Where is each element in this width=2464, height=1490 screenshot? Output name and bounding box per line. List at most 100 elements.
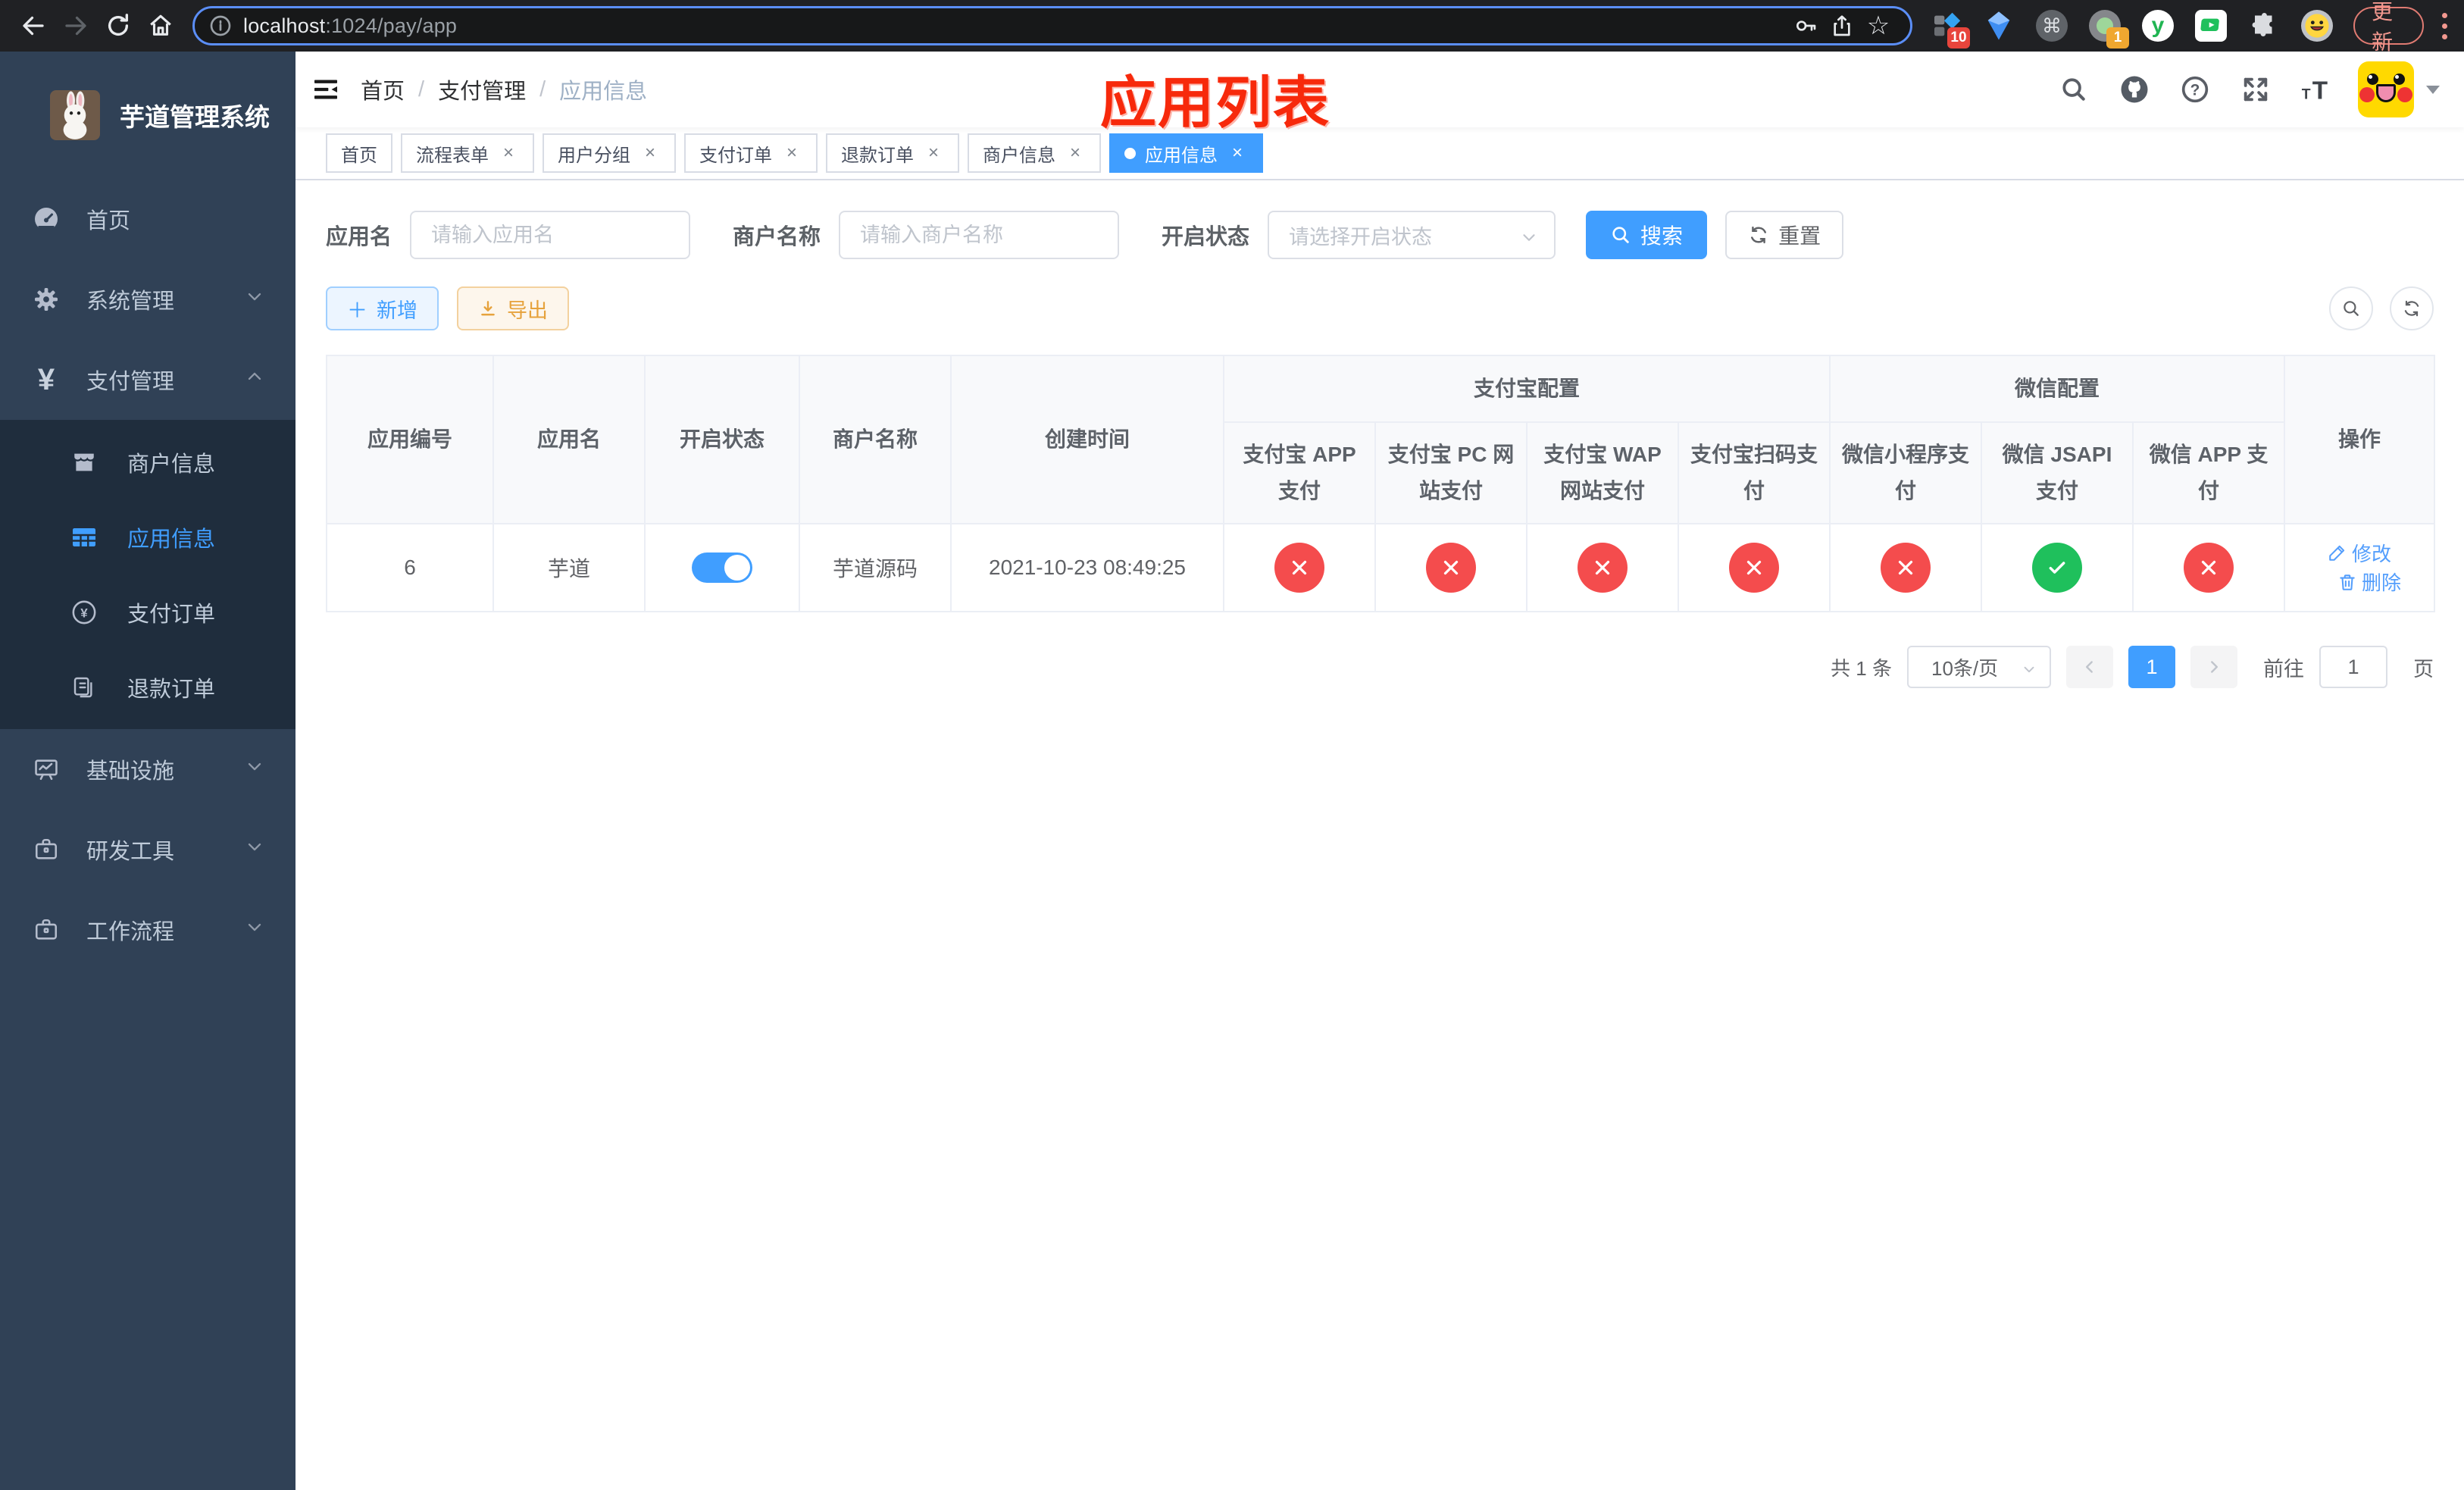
page-size-select[interactable]: 10条/页 <box>1907 646 2051 688</box>
password-key-icon[interactable] <box>1787 8 1824 44</box>
refresh-icon <box>2404 300 2419 317</box>
refresh-table-button[interactable] <box>2390 286 2434 330</box>
browser-reload-icon[interactable] <box>97 5 139 47</box>
col-alipay-wap: 支付宝 WAP 网站支付 <box>1526 421 1679 524</box>
bookmark-star-icon[interactable]: ☆ <box>1860 8 1896 44</box>
delete-link[interactable]: 删除 <box>2337 568 2401 596</box>
sidebar-item-merchant-info[interactable]: 商户信息 <box>0 424 295 499</box>
sidebar-item-system[interactable]: 系统管理 <box>0 259 295 340</box>
col-group-wechat: 微信配置 <box>1829 355 2286 423</box>
close-icon[interactable]: × <box>781 142 802 164</box>
reset-button[interactable]: 重置 <box>1725 211 1844 259</box>
extension-chat-icon[interactable] <box>2194 9 2228 42</box>
add-button[interactable]: ＋新增 <box>326 286 439 330</box>
browser-back-icon[interactable] <box>12 5 55 47</box>
sidebar-item-payment[interactable]: ¥ 支付管理 <box>0 340 295 420</box>
fullscreen-icon[interactable] <box>2237 70 2275 108</box>
export-button[interactable]: 导出 <box>457 286 569 330</box>
sidebar-collapse-icon[interactable] <box>295 52 356 127</box>
search-button[interactable]: 搜索 <box>1586 211 1708 259</box>
tab-user-group[interactable]: 用户分组 × <box>543 133 676 173</box>
tags-view-bar: 首页 流程表单 × 用户分组 × 支付订单 × 退款订单 × 商户信息 × 应用信息 × <box>295 127 2464 180</box>
site-info-icon[interactable] <box>208 14 233 38</box>
svg-text:¥: ¥ <box>80 606 88 620</box>
tab-home[interactable]: 首页 <box>326 133 392 173</box>
sidebar-item-workflow[interactable]: 工作流程 <box>0 890 295 970</box>
col-wechat-jsapi: 微信 JSAPI 支付 <box>1981 421 2134 524</box>
extension-gem-icon[interactable] <box>1982 9 2015 42</box>
col-wechat-app: 微信 APP 支付 <box>2132 421 2286 524</box>
close-icon[interactable]: × <box>639 142 661 164</box>
tab-payment-orders[interactable]: 支付订单 × <box>684 133 818 173</box>
font-size-icon[interactable]: TT <box>2297 70 2335 108</box>
cell-created: 2021-10-23 08:49:25 <box>950 523 1224 612</box>
breadcrumb-payment[interactable]: 支付管理 <box>438 74 526 105</box>
browser-home-icon[interactable] <box>139 5 182 47</box>
sidebar-item-home[interactable]: 首页 <box>0 179 295 259</box>
chevron-left-icon <box>2086 661 2093 673</box>
alipay-wap-fail-icon <box>1578 543 1628 593</box>
close-icon[interactable]: × <box>498 142 519 164</box>
plus-icon: ＋ <box>347 299 367 322</box>
toggle-search-button[interactable] <box>2329 286 2373 330</box>
page-number-current[interactable]: 1 <box>2128 646 2175 688</box>
edit-pencil-icon <box>2329 545 2345 561</box>
next-page-button[interactable] <box>2190 646 2237 688</box>
extension-recorder-icon[interactable]: 1 <box>2088 9 2129 49</box>
sidebar-item-refund-orders[interactable]: 退款订单 <box>0 650 295 725</box>
close-icon[interactable]: × <box>1065 142 1086 164</box>
tab-merchant-info[interactable]: 商户信息 × <box>968 133 1101 173</box>
merchant-name-input[interactable] <box>839 211 1120 259</box>
avatar-caret-icon <box>2426 85 2440 94</box>
tab-process-form[interactable]: 流程表单 × <box>401 133 534 173</box>
sidebar-item-payment-orders[interactable]: ¥ 支付订单 <box>0 574 295 650</box>
gear-icon <box>29 286 64 313</box>
extension-blocker-icon[interactable]: 10 <box>1929 9 1970 49</box>
app-name-label: 应用名 <box>326 225 392 249</box>
col-app-id: 应用编号 <box>326 355 494 524</box>
browser-forward-icon[interactable] <box>55 5 97 47</box>
app-title: 芋道管理系统 <box>120 103 270 131</box>
browser-menu-icon[interactable] <box>2437 8 2452 44</box>
sidebar-item-dev-tools[interactable]: 研发工具 <box>0 809 295 890</box>
edit-link[interactable]: 修改 <box>2328 539 2391 567</box>
search-icon <box>1612 227 1629 243</box>
prev-page-button[interactable] <box>2066 646 2113 688</box>
address-bar[interactable]: localhost:1024/pay/app ☆ <box>192 6 1912 45</box>
extension-strip: 10 ⌘ 1 y <box>1929 9 2334 49</box>
tab-refund-orders[interactable]: 退款订单 × <box>826 133 959 173</box>
table-grid-icon <box>67 524 102 551</box>
sidebar-item-app-info[interactable]: 应用信息 <box>0 499 295 574</box>
col-alipay-qr: 支付宝扫码支付 <box>1677 421 1831 524</box>
svg-text:?: ? <box>2190 82 2200 99</box>
github-icon[interactable] <box>2115 70 2153 108</box>
app-logo[interactable]: 芋道管理系统 <box>0 52 295 179</box>
breadcrumb-home[interactable]: 首页 <box>361 74 405 105</box>
open-status-select[interactable]: 请选择开启状态 <box>1268 211 1556 259</box>
goto-page-input[interactable] <box>2319 646 2387 688</box>
status-toggle-on[interactable] <box>692 552 752 583</box>
close-icon[interactable]: × <box>923 142 944 164</box>
active-dot <box>1124 147 1136 159</box>
share-icon[interactable] <box>1824 8 1860 44</box>
user-avatar[interactable] <box>2358 61 2440 117</box>
profile-avatar-icon[interactable] <box>2300 9 2334 42</box>
sidebar-item-infrastructure[interactable]: 基础设施 <box>0 729 295 809</box>
extension-y-icon[interactable]: y <box>2141 9 2175 42</box>
help-icon[interactable]: ? <box>2176 70 2214 108</box>
extensions-puzzle-icon[interactable] <box>2247 9 2281 42</box>
tab-app-info-active[interactable]: 应用信息 × <box>1109 133 1263 173</box>
alipay-app-fail-icon <box>1274 543 1324 593</box>
col-group-alipay: 支付宝配置 <box>1222 355 1831 423</box>
extension-command-icon[interactable]: ⌘ <box>2035 9 2068 42</box>
app-name-input[interactable] <box>410 211 691 259</box>
yen-circle-icon: ¥ <box>67 599 102 625</box>
browser-update-button[interactable]: 更新 <box>2353 0 2424 54</box>
page-title-annotation: 应用列表 <box>1100 71 1330 134</box>
header-search-icon[interactable] <box>2055 70 2093 108</box>
table-row: 6 芋道 芋道源码 2021-10-23 08:49:25 修改 删除 <box>326 523 2436 612</box>
close-icon[interactable]: × <box>1227 142 1248 164</box>
search-icon <box>2344 301 2359 316</box>
alipay-qr-fail-icon <box>1729 543 1779 593</box>
total-count: 共 1 条 <box>1831 656 1892 680</box>
